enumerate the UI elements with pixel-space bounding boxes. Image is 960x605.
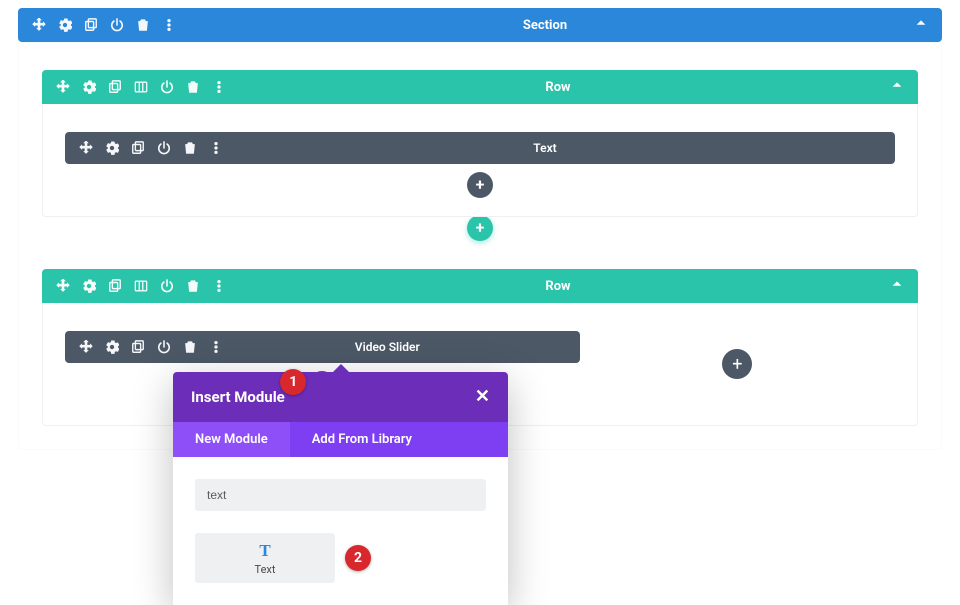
trash-icon[interactable] (136, 18, 150, 32)
section-title: Section (176, 18, 914, 33)
gear-icon[interactable] (82, 80, 96, 94)
gear-icon[interactable] (58, 18, 72, 32)
columns-icon[interactable] (134, 279, 148, 293)
module-title: Video Slider (223, 340, 552, 354)
move-icon[interactable] (32, 18, 46, 32)
modal-tabs: New Module Add From Library (173, 422, 508, 457)
row-header[interactable]: Row (42, 269, 918, 303)
modal-notch-icon (332, 364, 350, 373)
power-icon[interactable] (160, 80, 174, 94)
duplicate-icon[interactable] (131, 141, 145, 155)
section-toolbar (32, 18, 176, 32)
gear-icon[interactable] (105, 340, 119, 354)
module-toolbar (79, 340, 223, 354)
modal-header[interactable]: Insert Module ✕ (173, 372, 508, 422)
duplicate-icon[interactable] (108, 80, 122, 94)
tab-add-from-library[interactable]: Add From Library (290, 422, 434, 457)
module-tile-label: Text (255, 563, 276, 576)
row-title: Row (226, 80, 890, 95)
chevron-up-icon[interactable] (914, 16, 928, 34)
power-icon[interactable] (110, 18, 124, 32)
duplicate-icon[interactable] (84, 18, 98, 32)
trash-icon[interactable] (183, 340, 197, 354)
duplicate-icon[interactable] (131, 340, 145, 354)
text-icon: T (259, 541, 270, 561)
more-icon[interactable] (212, 80, 226, 94)
row-toolbar (56, 279, 226, 293)
trash-icon[interactable] (186, 80, 200, 94)
tab-new-module[interactable]: New Module (173, 422, 290, 457)
move-icon[interactable] (56, 279, 70, 293)
move-icon[interactable] (79, 141, 93, 155)
modal-body: T Text 2 (173, 457, 508, 605)
move-icon[interactable] (79, 340, 93, 354)
close-icon[interactable]: ✕ (475, 388, 490, 406)
chevron-up-icon[interactable] (890, 277, 904, 295)
modal-title: Insert Module (191, 388, 285, 406)
more-icon[interactable] (212, 279, 226, 293)
power-icon[interactable] (157, 141, 171, 155)
module-text[interactable]: Text (65, 132, 895, 164)
insert-module-modal: Insert Module ✕ New Module Add From Libr… (173, 372, 508, 605)
row-title: Row (226, 279, 890, 294)
gear-icon[interactable] (82, 279, 96, 293)
power-icon[interactable] (157, 340, 171, 354)
move-icon[interactable] (56, 80, 70, 94)
row-body: Text + (42, 104, 918, 217)
add-row-button[interactable]: + (467, 215, 493, 241)
columns-icon[interactable] (134, 80, 148, 94)
duplicate-icon[interactable] (108, 279, 122, 293)
add-module-button[interactable]: + (467, 172, 493, 198)
row-toolbar (56, 80, 226, 94)
module-video-slider[interactable]: Video Slider (65, 331, 580, 363)
row-header[interactable]: Row (42, 70, 918, 104)
row-1: Row Text (42, 70, 918, 241)
module-tile-text[interactable]: T Text (195, 533, 335, 583)
trash-icon[interactable] (183, 141, 197, 155)
more-icon[interactable] (162, 18, 176, 32)
power-icon[interactable] (160, 279, 174, 293)
module-title: Text (223, 141, 867, 155)
gear-icon[interactable] (105, 141, 119, 155)
trash-icon[interactable] (186, 279, 200, 293)
section-header[interactable]: Section (18, 8, 942, 42)
module-search-input[interactable] (195, 479, 486, 511)
add-module-empty-column-button[interactable]: + (722, 349, 752, 379)
more-icon[interactable] (209, 340, 223, 354)
chevron-up-icon[interactable] (890, 78, 904, 96)
module-toolbar (79, 141, 223, 155)
annotation-badge-2: 2 (345, 545, 371, 571)
more-icon[interactable] (209, 141, 223, 155)
